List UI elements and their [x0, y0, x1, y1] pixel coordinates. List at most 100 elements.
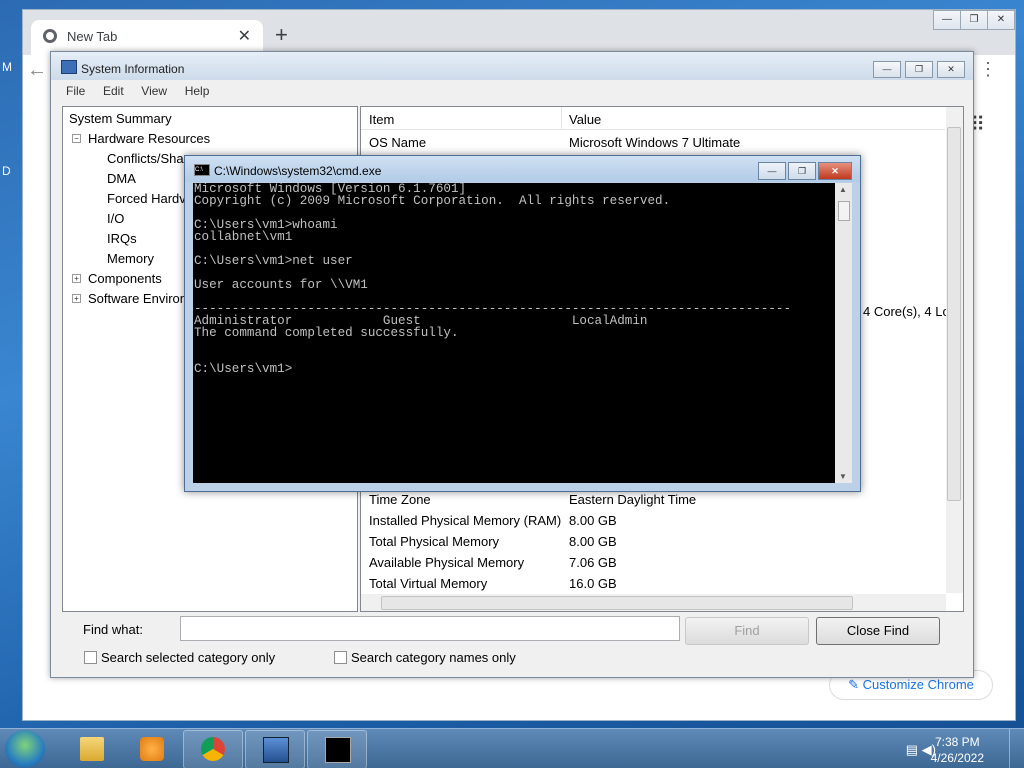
table-row[interactable]: Available Physical Memory 7.06 GB: [361, 552, 945, 573]
row-item: Installed Physical Memory (RAM): [369, 513, 562, 528]
network-icon[interactable]: ▤: [906, 742, 918, 757]
row-item: Total Virtual Memory: [369, 576, 488, 591]
tree-item-conflicts[interactable]: Conflicts/Shar: [107, 151, 188, 166]
menu-edit[interactable]: Edit: [103, 84, 124, 98]
pencil-icon: ✎: [848, 677, 863, 692]
menu-help[interactable]: Help: [185, 84, 210, 98]
table-row[interactable]: Total Physical Memory 8.00 GB: [361, 531, 945, 552]
scroll-down-icon[interactable]: ▼: [839, 472, 847, 481]
taskbar-command-prompt[interactable]: [307, 730, 367, 768]
tree-item-dma[interactable]: DMA: [107, 171, 136, 186]
maximize-button[interactable]: ❐: [905, 61, 933, 78]
close-button[interactable]: ✕: [937, 61, 965, 78]
find-what-input[interactable]: [180, 616, 680, 641]
taskbar-chrome[interactable]: [183, 730, 243, 768]
close-button[interactable]: ✕: [987, 10, 1015, 30]
find-what-label: Find what:: [83, 622, 143, 637]
maximize-button[interactable]: ❐: [788, 162, 816, 180]
collapse-icon[interactable]: −: [72, 134, 81, 143]
desktop-edge-text: D: [2, 164, 11, 178]
details-header: Item Value: [361, 107, 945, 130]
msinfo-menubar: File Edit View Help: [51, 81, 973, 101]
close-find-button[interactable]: Close Find: [816, 617, 940, 645]
tree-item-components[interactable]: Components: [88, 271, 162, 286]
table-row[interactable]: Installed Physical Memory (RAM) 8.00 GB: [361, 510, 945, 531]
scrollbar-thumb[interactable]: [947, 127, 961, 501]
media-player-icon: [140, 737, 164, 761]
tree-item-software-environment[interactable]: Software Environ: [88, 291, 187, 306]
row-value: 8.00 GB: [569, 513, 617, 528]
chrome-tab-new-tab[interactable]: New Tab ✕: [31, 20, 263, 55]
find-button[interactable]: Find: [685, 617, 809, 645]
expand-icon[interactable]: +: [72, 274, 81, 283]
expand-icon[interactable]: +: [72, 294, 81, 303]
scrollbar-thumb[interactable]: [838, 201, 850, 221]
tree-item-irqs[interactable]: IRQs: [107, 231, 137, 246]
minimize-button[interactable]: —: [758, 162, 786, 180]
row-item: Available Physical Memory: [369, 555, 525, 570]
back-arrow-icon[interactable]: ←: [27, 59, 47, 82]
system-information-icon: [263, 737, 289, 763]
taskbar-media-player[interactable]: [122, 730, 182, 768]
search-selected-category-checkbox[interactable]: Search selected category only: [84, 650, 275, 665]
msinfo-window-controls: — ❐ ✕: [869, 60, 965, 78]
clock-time: 7:38 PM: [934, 735, 980, 749]
taskbar-system-information[interactable]: [245, 730, 305, 768]
checkbox-icon: [334, 651, 347, 664]
cmd-icon: [325, 737, 351, 763]
scrollbar-thumb[interactable]: [381, 596, 853, 610]
column-header-item[interactable]: Item: [369, 112, 394, 127]
tree-item-io[interactable]: I/O: [107, 211, 124, 226]
row-value: 7.06 GB: [569, 555, 617, 570]
close-button[interactable]: ✕: [818, 162, 852, 180]
command-prompt-window: C:\ C:\Windows\system32\cmd.exe — ❐ ✕ Micr…: [184, 155, 861, 492]
search-category-names-checkbox[interactable]: Search category names only: [334, 650, 516, 665]
cmd-title: C:\Windows\system32\cmd.exe: [214, 164, 382, 178]
console-text: Microsoft Windows [Version 6.1.7601] Cop…: [194, 183, 792, 376]
menu-file[interactable]: File: [66, 84, 85, 98]
tab-close-icon[interactable]: ✕: [238, 26, 251, 46]
chrome-window-controls: — ❐ ✕: [933, 10, 1015, 30]
minimize-button[interactable]: —: [933, 10, 961, 30]
msinfo-title: System Information: [81, 62, 185, 76]
checkbox-icon: [84, 651, 97, 664]
menu-view[interactable]: View: [141, 84, 167, 98]
row-value: 16.0 GB: [569, 576, 617, 591]
tree-item-hardware-resources[interactable]: Hardware Resources: [88, 131, 210, 146]
clock-date: 4/26/2022: [930, 751, 984, 765]
chrome-menu-icon[interactable]: ⋮: [979, 59, 997, 80]
tree-item-memory[interactable]: Memory: [107, 251, 154, 266]
chrome-favicon-icon: [43, 29, 57, 43]
row-value: Eastern Daylight Time: [569, 492, 697, 507]
table-row[interactable]: Total Virtual Memory 16.0 GB: [361, 573, 945, 594]
tree-item-forced-hardware[interactable]: Forced Hardv: [107, 191, 186, 206]
table-row[interactable]: Time Zone Eastern Daylight Time: [361, 489, 945, 510]
cmd-window-controls: — ❐ ✕: [756, 162, 852, 180]
row-value-partial: 4 Core(s), 4 Lo: [863, 304, 950, 319]
minimize-button[interactable]: —: [873, 61, 901, 78]
customize-chrome-label: Customize Chrome: [862, 677, 974, 692]
horizontal-scrollbar[interactable]: [361, 594, 946, 611]
cmd-icon: C:\: [194, 164, 210, 176]
console-scrollbar[interactable]: ▲ ▼: [835, 183, 852, 483]
chrome-icon: [201, 737, 225, 761]
console-output[interactable]: Microsoft Windows [Version 6.1.7601] Cop…: [193, 183, 835, 483]
chrome-tab-title: New Tab: [67, 29, 118, 44]
vertical-scrollbar[interactable]: [946, 107, 963, 593]
cmd-titlebar[interactable]: C:\ C:\Windows\system32\cmd.exe — ❐ ✕: [185, 156, 860, 182]
msinfo-titlebar[interactable]: System Information — ❐ ✕: [51, 52, 973, 80]
maximize-button[interactable]: ❐: [960, 10, 988, 30]
row-item: OS Name: [369, 135, 427, 150]
clock[interactable]: 7:38 PM 4/26/2022: [931, 734, 984, 766]
taskbar-explorer[interactable]: [62, 730, 122, 768]
show-desktop-button[interactable]: [1009, 729, 1024, 768]
desktop-edge-text: M: [2, 60, 12, 74]
table-row[interactable]: OS Name Microsoft Windows 7 Ultimate: [361, 132, 945, 153]
tree-item-system-summary[interactable]: System Summary: [69, 111, 172, 126]
column-header-value[interactable]: Value: [569, 112, 601, 127]
taskbar: ▤ ◀) 7:38 PM 4/26/2022: [0, 728, 1024, 768]
new-tab-button[interactable]: +: [275, 22, 288, 48]
checkbox-label: Search category names only: [351, 650, 516, 665]
start-button[interactable]: [5, 730, 45, 768]
scroll-up-icon[interactable]: ▲: [839, 185, 847, 194]
